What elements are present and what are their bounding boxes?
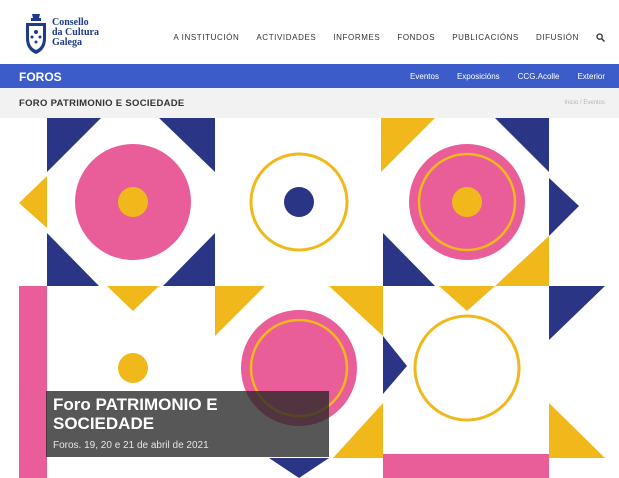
menu-item-publicacions[interactable]: PUBLICACIÓNS [452, 33, 519, 42]
menu-item-fondos[interactable]: FONDOS [397, 33, 435, 42]
coat-of-arms-icon [26, 14, 46, 54]
event-title[interactable]: Foro PATRIMONIO E SOCIEDADE [53, 395, 323, 433]
section-title[interactable]: FOROS [19, 70, 62, 84]
event-meta: Foros. 19, 20 e 21 de abril de 2021 [53, 440, 209, 451]
page-title: FORO PATRIMONIO E SOCIEDADE [19, 98, 185, 109]
subnav-exposicions[interactable]: Exposicións [457, 72, 500, 81]
hero-caption[interactable]: Foro PATRIMONIO E SOCIEDADE Foros. 19, 2… [46, 391, 329, 457]
section-subnav: Eventos Exposicións CCG.Acolle Exterior [410, 72, 605, 81]
main-menu: A INSTITUCIÓN ACTIVIDADES INFORMES FONDO… [173, 33, 605, 42]
menu-item-institucion[interactable]: A INSTITUCIÓN [173, 33, 239, 42]
subnav-eventos[interactable]: Eventos [410, 72, 439, 81]
logo-wordmark: Consello da Cultura Galega [52, 18, 122, 48]
top-navigation: Consello da Cultura Galega A INSTITUCIÓN… [0, 0, 619, 64]
subnav-ccg-acolle[interactable]: CCG.Acolle [518, 72, 560, 81]
subnav-exterior[interactable]: Exterior [577, 72, 605, 81]
section-bar: FOROS Eventos Exposicións CCG.Acolle Ext… [0, 64, 619, 88]
title-bar: FORO PATRIMONIO E SOCIEDADE Inicio / Eve… [0, 88, 619, 118]
search-icon[interactable] [596, 33, 605, 42]
menu-item-informes[interactable]: INFORMES [333, 33, 380, 42]
logo-line-3: Galega [52, 37, 82, 48]
breadcrumb[interactable]: Inicio / Eventos [564, 100, 605, 106]
logo[interactable]: Consello da Cultura Galega [22, 12, 117, 58]
menu-item-actividades[interactable]: ACTIVIDADES [256, 33, 316, 42]
menu-item-difusion[interactable]: DIFUSIÓN [536, 33, 579, 42]
